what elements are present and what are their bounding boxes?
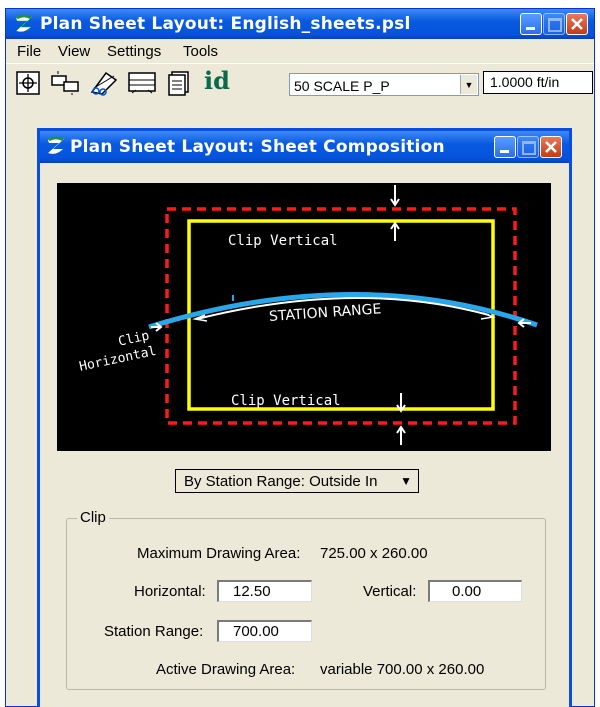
app-icon — [48, 136, 64, 154]
active-drawing-area-label: Active Drawing Area: — [156, 661, 296, 678]
menu-file[interactable]: File — [17, 43, 41, 60]
sheet-list-icon[interactable] — [166, 70, 192, 96]
sheet-composition-window: Plan Sheet Layout: Sheet Composition Cli… — [37, 128, 572, 707]
close-button[interactable] — [566, 13, 588, 35]
sheet-range-icon[interactable] — [126, 70, 158, 96]
outer-window-title: Plan Sheet Layout: English_sheets.psl — [40, 14, 411, 34]
menu-bar: File View Settings Tools — [6, 39, 594, 63]
close-button[interactable] — [540, 136, 562, 158]
clip-group-label: Clip — [77, 509, 109, 526]
max-drawing-area-label: Maximum Drawing Area: — [137, 545, 301, 562]
inner-title-bar[interactable]: Plan Sheet Layout: Sheet Composition — [40, 131, 569, 163]
chevron-down-icon: ▼ — [460, 75, 477, 94]
outer-title-bar[interactable]: Plan Sheet Layout: English_sheets.psl — [6, 9, 594, 39]
max-drawing-area-value: 725.00 x 260.00 — [320, 545, 428, 562]
maximize-button[interactable] — [543, 13, 565, 35]
app-icon — [15, 14, 33, 33]
station-range-label: Station Range: — [104, 623, 204, 640]
chevron-down-icon: ▼ — [400, 474, 412, 488]
scale-select[interactable]: 50 SCALE P_P ▼ — [289, 73, 479, 96]
minimize-button[interactable] — [520, 13, 542, 35]
clip-vertical-bottom-label: Clip Vertical — [231, 393, 341, 409]
menu-tools[interactable]: Tools — [183, 43, 218, 60]
sheet-diagram: Clip Vertical Clip Vertical STATION RANG… — [57, 183, 551, 451]
arrow-up-icon — [396, 425, 406, 445]
cut-sheet-icon[interactable] — [88, 70, 120, 96]
arrow-down-icon — [396, 393, 406, 413]
menu-settings[interactable]: Settings — [107, 43, 161, 60]
minimize-button[interactable] — [494, 136, 516, 158]
station-range-label: STATION RANGE — [269, 301, 382, 325]
id-button[interactable]: id — [204, 66, 230, 95]
clip-vertical-top-label: Clip Vertical — [228, 233, 338, 249]
clip-group: Clip Maximum Drawing Area: 725.00 x 260.… — [66, 509, 546, 690]
close-icon — [545, 141, 557, 153]
arrow-up-icon — [390, 221, 400, 241]
horizontal-field[interactable]: 12.50 — [217, 580, 312, 602]
clip-diagram: Clip Vertical Clip Vertical STATION RANG… — [78, 185, 538, 445]
vertical-label: Vertical: — [363, 583, 417, 600]
horizontal-label: Horizontal: — [134, 583, 206, 600]
inner-window-title: Plan Sheet Layout: Sheet Composition — [70, 137, 445, 157]
active-drawing-area-value: variable 700.00 x 260.00 — [320, 661, 485, 678]
clip-horizontal-label-2: Horizontal — [78, 344, 158, 375]
move-sheet-icon[interactable] — [50, 70, 82, 96]
place-sheet-icon[interactable] — [15, 70, 41, 96]
ratio-field[interactable]: 1.0000 ft/in — [483, 71, 593, 94]
close-icon — [571, 18, 583, 30]
maximize-button[interactable] — [517, 136, 539, 158]
menu-view[interactable]: View — [58, 43, 90, 60]
vertical-field[interactable]: 0.00 — [428, 580, 522, 602]
station-range-field[interactable]: 700.00 — [217, 620, 312, 642]
arrow-down-icon — [390, 185, 400, 207]
clip-mode-dropdown[interactable]: By Station Range: Outside In ▼ — [175, 469, 419, 493]
toolbar: id 50 SCALE P_P ▼ 1.0000 ft/in — [6, 63, 594, 102]
